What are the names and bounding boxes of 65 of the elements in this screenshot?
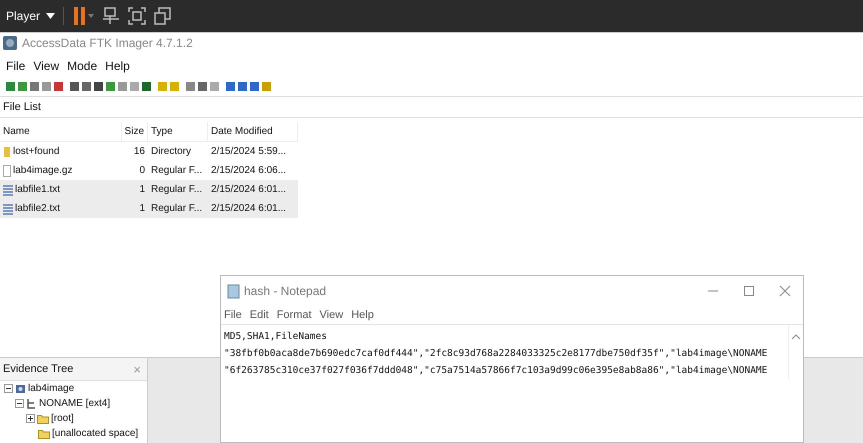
text-line: MD5,SHA1,FileNames bbox=[224, 330, 327, 344]
date-modified: 2/15/2024 5:59... bbox=[210, 146, 288, 157]
close-icon[interactable] bbox=[779, 285, 791, 297]
windows-icon[interactable] bbox=[154, 7, 172, 25]
tree-item[interactable]: NONAME [ext4] bbox=[39, 398, 110, 409]
menu-item[interactable]: File bbox=[6, 59, 26, 73]
menu-item[interactable]: Help bbox=[105, 59, 130, 73]
tree-item[interactable]: [unallocated space] bbox=[52, 428, 138, 439]
file-type: Directory bbox=[150, 146, 192, 157]
date-modified: 2/15/2024 6:01... bbox=[210, 203, 288, 214]
file-name: lost+found bbox=[13, 146, 60, 157]
text-file-icon bbox=[3, 184, 13, 196]
text-line: "6f263785c310ce37f027f036f7ddd048","c75a7514a57866f7c103a9d99c06e395e8ab8a86","lab4image\NONAME bbox=[224, 364, 768, 378]
column-header[interactable]: Type bbox=[148, 122, 208, 141]
file-type: Regular F... bbox=[150, 184, 204, 195]
column-header[interactable]: Size bbox=[122, 122, 148, 141]
file-size: 1 bbox=[138, 203, 146, 214]
file-row[interactable]: labfile1.txt 1 Regular F... 2/15/2024 6:01... bbox=[0, 180, 298, 199]
expander-icon[interactable] bbox=[26, 414, 35, 423]
file-row[interactable]: lost+found 16 Directory 2/15/2024 5:59... bbox=[0, 142, 298, 161]
file-type: Regular F... bbox=[150, 165, 204, 176]
file-row[interactable]: lab4image.gz 0 Regular F... 2/15/2024 6:06... bbox=[0, 161, 298, 180]
text-line: "38fbf0b0aca8de7b690edc7caf0df444","2fc8c93d768a2284033325c2e8177dbe750df35f","lab4image\NONAME bbox=[224, 347, 768, 361]
tree-item[interactable]: lab4image bbox=[28, 383, 74, 394]
date-modified: 2/15/2024 6:01... bbox=[210, 184, 288, 195]
app-icon bbox=[3, 36, 17, 50]
tree-item[interactable]: [root] bbox=[51, 413, 74, 424]
menu-item[interactable]: File bbox=[224, 309, 242, 321]
window-title: AccessData FTK Imager 4.7.1.2 bbox=[22, 36, 193, 50]
menu-item[interactable]: Help bbox=[351, 309, 374, 321]
window-title: hash - Notepad bbox=[244, 284, 326, 298]
notepad-icon bbox=[227, 284, 240, 298]
file-size: 1 bbox=[138, 184, 146, 195]
column-header[interactable]: Date Modified bbox=[208, 122, 298, 141]
folder-icon bbox=[3, 146, 11, 158]
panel-title: Evidence Tree bbox=[3, 363, 74, 375]
scroll-up-icon[interactable] bbox=[791, 333, 801, 340]
menu-item[interactable]: View bbox=[33, 59, 60, 73]
text-file-icon bbox=[3, 202, 13, 214]
caret-icon bbox=[46, 13, 56, 19]
expander-icon[interactable] bbox=[4, 384, 13, 393]
file-name: lab4image.gz bbox=[13, 165, 72, 176]
partition-icon bbox=[26, 398, 37, 409]
network-icon[interactable] bbox=[102, 7, 120, 25]
menu-item[interactable]: View bbox=[320, 309, 344, 321]
maximize-icon[interactable] bbox=[743, 285, 755, 297]
folder-icon bbox=[38, 428, 50, 438]
file-name: labfile1.txt bbox=[15, 184, 60, 195]
file-row[interactable]: labfile2.txt 1 Regular F... 2/15/2024 6:01... bbox=[0, 199, 298, 218]
pause-icon[interactable] bbox=[72, 6, 94, 26]
fullscreen-icon[interactable] bbox=[128, 7, 146, 25]
panel-title: File List bbox=[0, 96, 863, 118]
column-header[interactable]: Name bbox=[0, 122, 122, 141]
expander-icon[interactable] bbox=[15, 399, 24, 408]
file-size: 0 bbox=[138, 165, 146, 176]
menu-item[interactable]: Edit bbox=[250, 309, 269, 321]
folder-icon bbox=[37, 414, 49, 424]
file-type: Regular F... bbox=[150, 203, 204, 214]
file-icon bbox=[3, 164, 11, 176]
player-menu-button[interactable]: Player bbox=[4, 7, 64, 25]
menu-item[interactable]: Mode bbox=[67, 59, 98, 73]
menu-item[interactable]: Format bbox=[276, 309, 312, 321]
date-modified: 2/15/2024 6:06... bbox=[210, 165, 288, 176]
file-name: labfile2.txt bbox=[15, 203, 60, 214]
file-size: 16 bbox=[132, 146, 146, 157]
